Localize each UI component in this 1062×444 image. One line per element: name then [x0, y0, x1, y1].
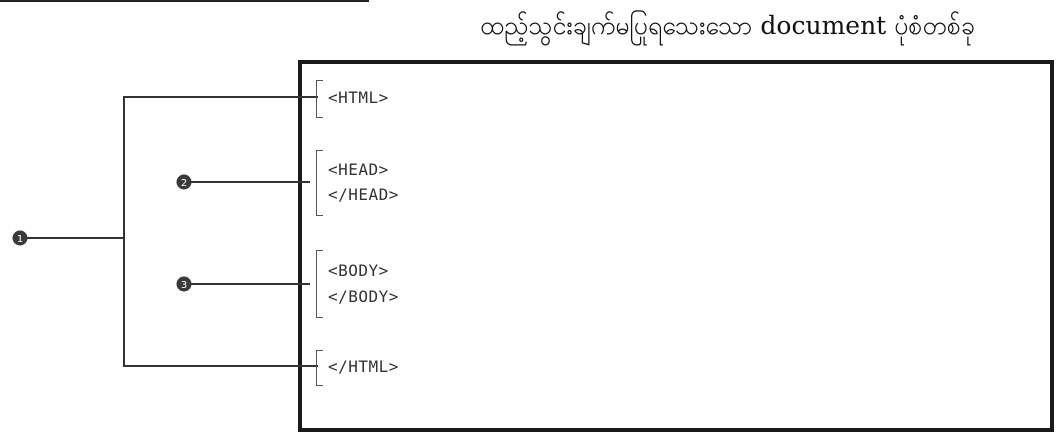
- code-html-close: </HTML>: [328, 357, 399, 376]
- callout-1-marker: 1: [12, 230, 28, 246]
- callout-2-marker: 2: [176, 174, 192, 190]
- callout-3-marker: 3: [176, 276, 192, 292]
- callout-connectors: 1 2 3: [12, 96, 318, 367]
- html-close-bracket: [316, 350, 323, 386]
- html-open-bracket: [316, 80, 323, 118]
- callout-3-label: 3: [181, 280, 187, 291]
- code-body-open: <BODY>: [328, 261, 389, 280]
- code-html-open: <HTML>: [328, 88, 389, 107]
- html-bracket-line: [123, 96, 318, 367]
- head-bracket: [316, 150, 323, 216]
- code-head-close: </HEAD>: [328, 185, 399, 204]
- callout-2-label: 2: [181, 178, 187, 189]
- code-body-close: </BODY>: [328, 287, 399, 306]
- code-head-open: <HEAD>: [328, 160, 389, 179]
- callout-1-label: 1: [17, 234, 23, 245]
- body-bracket: [316, 250, 323, 318]
